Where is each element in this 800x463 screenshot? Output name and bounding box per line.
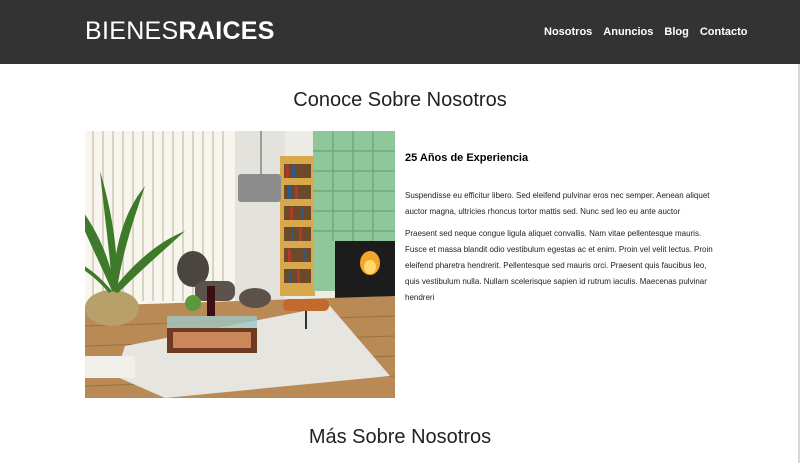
nav-link-anuncios[interactable]: Anuncios bbox=[603, 24, 653, 40]
nav-link-nosotros[interactable]: Nosotros bbox=[544, 24, 592, 40]
section-title-more: Más Sobre Nosotros bbox=[308, 426, 492, 448]
about-paragraph-2: Praesent sed neque congue ligula aliquet… bbox=[405, 229, 713, 302]
main-nav: Nosotros Anuncios Blog Contacto bbox=[544, 24, 759, 40]
logo-text-bold: RAICES bbox=[178, 17, 275, 45]
nav-link-blog[interactable]: Blog bbox=[664, 24, 688, 40]
site-header: BIENESRAICES Nosotros Anuncios Blog Cont… bbox=[0, 0, 800, 64]
site-logo[interactable]: BIENESRAICES bbox=[85, 16, 275, 46]
about-paragraph-1: Suspendisse eu efficitur libero. Sed ele… bbox=[405, 191, 710, 216]
about-text: 25 Años de Experiencia Suspendisse eu ef… bbox=[405, 150, 720, 312]
logo-text-light: BIENES bbox=[85, 17, 179, 45]
living-room-image bbox=[85, 131, 395, 398]
page-title: Conoce Sobre Nosotros bbox=[293, 89, 507, 111]
experience-title: 25 Años de Experiencia bbox=[405, 152, 529, 164]
nav-link-contacto[interactable]: Contacto bbox=[700, 24, 748, 40]
